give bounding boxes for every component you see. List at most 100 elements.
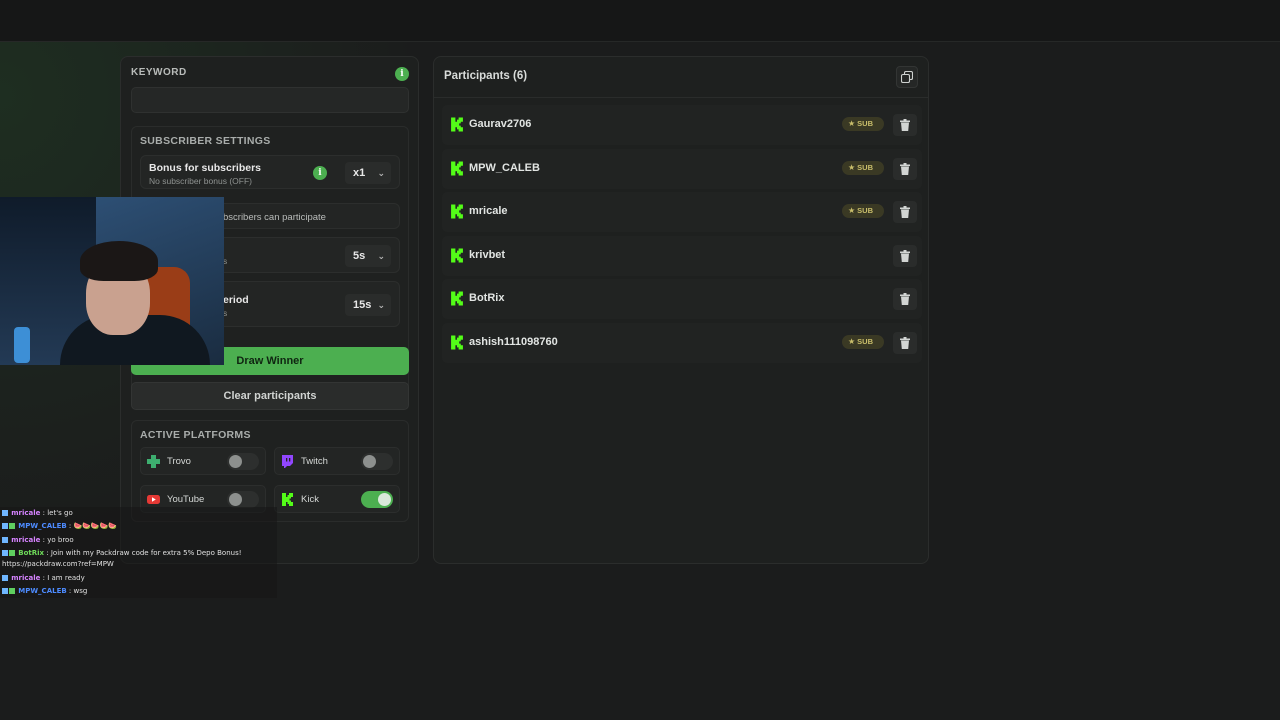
bonus-multiplier-select[interactable]: x1 ⌄ <box>345 162 391 184</box>
star-icon: ★ <box>848 162 856 172</box>
chat-message: MPW_CALEB : 🍉🍉🍉🍉🍉 <box>2 522 117 530</box>
delete-participant-button[interactable] <box>893 244 917 267</box>
platform-kick: Kick <box>274 485 400 513</box>
keyword-input[interactable] <box>131 87 409 113</box>
chat-message: mricale : let's go <box>2 509 73 517</box>
chat-message: BotRix : Join with my Packdraw code for … <box>2 549 242 557</box>
kick-icon <box>451 161 463 176</box>
platform-name: YouTube <box>167 494 205 505</box>
bonus-sub-label: No subscriber bonus (OFF) <box>149 176 252 186</box>
bonus-for-subscribers-row: Bonus for subscribers No subscriber bonu… <box>140 155 400 189</box>
webcam-light <box>14 327 30 363</box>
kick-icon <box>451 335 463 350</box>
period-label: eriod <box>223 294 249 306</box>
chat-message: mricale : yo broo <box>2 536 74 544</box>
bonus-label: Bonus for subscribers <box>149 162 262 174</box>
trash-icon <box>900 119 910 131</box>
trash-icon <box>900 249 910 262</box>
participant-name: Gaurav2706 <box>469 118 532 130</box>
kick-icon <box>451 117 463 132</box>
badge-icon <box>2 510 8 516</box>
delete-participant-button[interactable] <box>893 157 917 180</box>
participant-row[interactable]: BotRix <box>442 279 922 320</box>
info-icon[interactable]: i <box>395 67 409 81</box>
chat-text: : yo broo <box>42 536 74 544</box>
delete-participant-button[interactable] <box>893 114 917 136</box>
chat-text: : 🍉🍉🍉🍉🍉 <box>68 522 118 530</box>
top-bar <box>0 0 1280 42</box>
participant-row[interactable]: Gaurav2706 ★ SUB <box>442 105 922 145</box>
badge-icon <box>2 588 8 594</box>
delete-participant-button[interactable] <box>893 201 917 224</box>
trash-icon <box>900 162 910 175</box>
chat-username: mricale <box>11 509 41 517</box>
webcam-streamer-hair <box>80 241 158 281</box>
sub-badge-label: SUB <box>857 162 874 172</box>
platform-name: Twitch <box>301 456 328 467</box>
badge-icon <box>9 550 15 556</box>
participant-row[interactable]: mricale ★ SUB <box>442 192 922 233</box>
youtube-icon <box>147 495 160 504</box>
chat-overlay: mricale : let's go MPW_CALEB : 🍉🍉🍉🍉🍉 mri… <box>0 507 277 598</box>
badge-icon <box>9 523 15 529</box>
trash-icon <box>900 293 910 306</box>
trash-icon <box>900 206 910 219</box>
sub-badge: ★ SUB <box>842 117 884 131</box>
badge-icon <box>2 575 8 581</box>
delete-participant-button[interactable] <box>893 331 917 354</box>
platform-name: Kick <box>301 494 319 505</box>
chat-username: mricale <box>11 574 41 582</box>
participant-row[interactable]: MPW_CALEB ★ SUB <box>442 148 922 189</box>
copy-button[interactable] <box>896 66 918 88</box>
sub-badge: ★ SUB <box>842 160 884 175</box>
keyword-label: KEYWORD <box>131 67 187 78</box>
chevron-down-icon: ⌄ <box>377 300 385 310</box>
bonus-info-icon[interactable]: i <box>313 166 327 180</box>
chat-username: MPW_CALEB <box>18 522 67 530</box>
sub-badge-label: SUB <box>857 119 874 128</box>
trovo-toggle[interactable] <box>227 453 259 470</box>
participants-list: Gaurav2706 ★ SUB MPW_CALEB ★ SUB mricale ★… <box>442 105 922 367</box>
platform-name: Trovo <box>167 456 191 467</box>
participant-name: krivbet <box>469 248 506 261</box>
chat-text: https://packdraw.com?ref=MPW <box>2 560 114 568</box>
period-select[interactable]: 15s ⌄ <box>345 294 391 316</box>
participant-name: MPW_CALEB <box>469 161 540 174</box>
timer-select[interactable]: 5s ⌄ <box>345 245 391 267</box>
chat-text: : I am ready <box>42 574 85 582</box>
chat-text: : let's go <box>42 509 73 517</box>
kick-icon <box>451 204 463 219</box>
kick-icon <box>282 493 293 506</box>
participant-name: ashish111098760 <box>469 335 558 348</box>
chat-message: mricale : I am ready <box>2 574 85 582</box>
chevron-down-icon: ⌄ <box>377 168 385 178</box>
kick-toggle[interactable] <box>361 491 393 508</box>
twitch-icon <box>282 455 293 468</box>
chat-text: : wsg <box>68 587 88 595</box>
star-icon: ★ <box>848 206 856 216</box>
subscribers-only-label: bscribers can participate <box>223 212 326 223</box>
delete-participant-button[interactable] <box>893 288 917 311</box>
participant-row[interactable]: ashish111098760 ★ SUB <box>442 322 922 363</box>
active-platforms-title: ACTIVE PLATFORMS <box>140 429 251 441</box>
clear-participants-button[interactable]: Clear participants <box>131 382 409 410</box>
participant-row[interactable]: krivbet <box>442 235 922 276</box>
sub-badge: ★ SUB <box>842 204 884 219</box>
badge-icon <box>9 588 15 594</box>
badge-icon <box>2 523 8 529</box>
bonus-multiplier-value: x1 <box>353 167 366 179</box>
participants-title: Participants (6) <box>444 70 528 82</box>
trash-icon <box>900 336 910 349</box>
youtube-toggle[interactable] <box>227 491 259 508</box>
chat-link[interactable]: https://packdraw.com?ref=MPW <box>2 560 114 568</box>
participant-name: BotRix <box>469 292 505 305</box>
chat-username: BotRix <box>18 549 45 557</box>
copy-icon <box>901 71 913 83</box>
chat-username: MPW_CALEB <box>18 587 67 595</box>
twitch-toggle[interactable] <box>361 453 393 470</box>
subscriber-settings-title: SUBSCRIBER SETTINGS <box>140 135 271 147</box>
badge-icon <box>2 537 8 543</box>
chat-text: : Join with my Packdraw code for extra 5… <box>46 549 242 557</box>
chat-message: MPW_CALEB : wsg <box>2 587 87 595</box>
star-icon: ★ <box>848 119 856 128</box>
